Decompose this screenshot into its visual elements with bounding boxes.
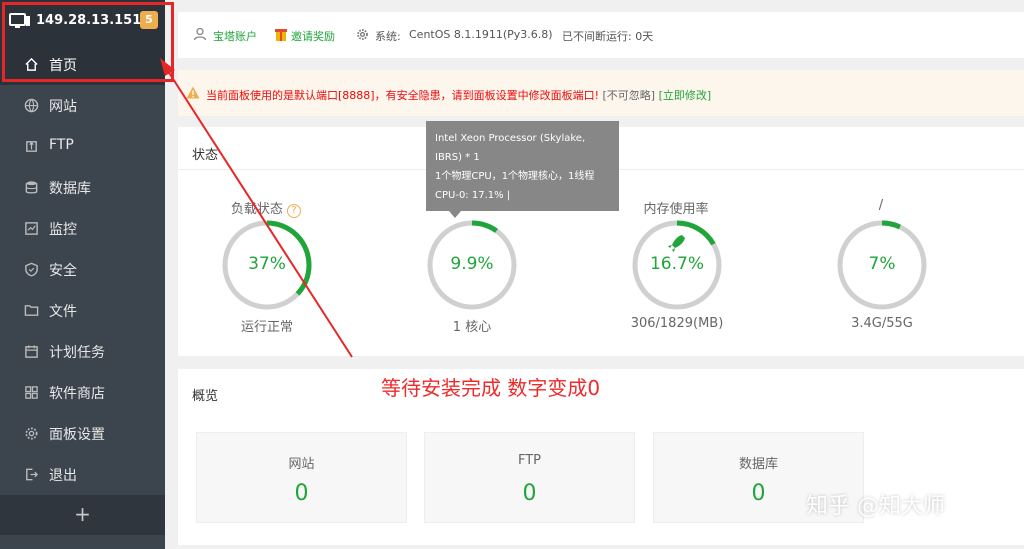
gauge-value-load: 37% <box>248 254 286 274</box>
folder-icon <box>24 305 39 316</box>
overview-title: 概览 <box>192 389 219 404</box>
account-link[interactable]: 宝塔账户 <box>213 28 257 44</box>
user-icon <box>193 27 207 41</box>
card-label: FTP <box>517 453 542 468</box>
globe-icon <box>24 98 39 113</box>
monitor-icon <box>25 222 38 235</box>
sidebar-item-label: FTP <box>49 137 74 153</box>
sidebar-item-website[interactable]: 网站 <box>0 85 165 126</box>
gauge-sub-load: 运行正常 <box>240 320 293 335</box>
card-value: 0 <box>294 481 309 506</box>
gauge-load[interactable]: 37% <box>221 219 313 311</box>
card-label: 数据库 <box>738 457 778 472</box>
status-title: 状态 <box>192 148 219 163</box>
top-bar: 宝塔账户 邀请奖励 系统: CentOS 8.1.1911(Py3.6.8) 已… <box>178 12 1024 58</box>
gauge-disk[interactable]: 7% <box>836 219 928 311</box>
gear-icon <box>25 427 38 440</box>
tooltip-line: IBRS) * 1 <box>435 152 480 163</box>
gauge-value-disk: 7% <box>868 254 896 274</box>
gauge-title-memory: 内存使用率 <box>643 202 709 217</box>
gauge-title-disk: / <box>878 198 884 213</box>
gauge-value-memory: 16.7% <box>649 254 704 274</box>
system-value: CentOS 8.1.1911(Py3.6.8) <box>409 28 553 41</box>
fix-now-link[interactable]: [立即修改] <box>659 89 712 102</box>
sidebar-item-label: 退出 <box>49 468 77 484</box>
system-label: 系统: <box>375 30 401 43</box>
sidebar-item-settings[interactable]: 面板设置 <box>0 413 165 454</box>
annotation-box <box>2 2 174 82</box>
sidebar: 149.28.13.151 5 首页 网站 FTP 数据库 监控 安全 文件 计… <box>0 0 165 549</box>
sidebar-item-label: 安全 <box>49 263 77 279</box>
calendar-icon <box>25 345 38 358</box>
sidebar-item-label: 面板设置 <box>49 427 105 443</box>
gauge-sub-disk: 3.4G/55G <box>851 316 913 331</box>
warning-icon <box>186 86 200 99</box>
logout-icon <box>26 468 39 481</box>
tooltip-line: CPU-0: 17.1% | <box>435 190 511 201</box>
card-value: 0 <box>522 481 537 506</box>
sidebar-item-database[interactable]: 数据库 <box>0 167 165 208</box>
help-icon[interactable]: ? <box>287 204 302 218</box>
overview-card-website[interactable]: 网站 0 <box>196 432 407 523</box>
sidebar-item-files[interactable]: 文件 <box>0 290 165 331</box>
overview-card-ftp[interactable]: FTP 0 <box>424 432 635 523</box>
tooltip-tail <box>449 211 461 218</box>
database-icon <box>25 181 38 194</box>
annotation-text: 等待安装完成 数字变成0 <box>381 376 601 400</box>
sidebar-item-label: 文件 <box>49 304 77 320</box>
sidebar-item-label: 计划任务 <box>49 345 105 361</box>
sidebar-item-label: 软件商店 <box>49 386 105 402</box>
tooltip-line: 1个物理CPU，1个物理核心，1线程 <box>435 171 595 182</box>
uptime-text: 已不间断运行: 0天 <box>562 30 654 43</box>
sidebar-item-label: 监控 <box>49 222 77 238</box>
ftp-icon <box>26 141 37 152</box>
add-button[interactable]: + <box>0 495 165 535</box>
card-label: 网站 <box>288 457 315 472</box>
sidebar-item-label: 数据库 <box>49 181 91 197</box>
warning-banner: 当前面板使用的是默认端口[8888]，有安全隐患，请到面板设置中修改面板端口! … <box>178 70 1024 116</box>
invite-link[interactable]: 邀请奖励 <box>291 28 335 44</box>
gauge-title-load: 负载状态 ? <box>186 198 346 218</box>
sidebar-item-label: 网站 <box>49 99 77 115</box>
sidebar-item-monitor[interactable]: 监控 <box>0 208 165 249</box>
sidebar-item-ftp[interactable]: FTP <box>0 126 165 167</box>
gauge-value-cpu: 9.9% <box>450 254 494 274</box>
gauge-memory[interactable]: 16.7% <box>631 219 723 311</box>
gauge-sub-cpu: 1 核心 <box>452 320 492 335</box>
sidebar-item-security[interactable]: 安全 <box>0 249 165 290</box>
rocket-icon[interactable] <box>668 235 685 252</box>
gauge-sub-memory: 306/1829(MB) <box>630 316 724 331</box>
gear-icon <box>357 29 368 40</box>
gift-icon <box>275 29 287 41</box>
sidebar-item-store[interactable]: 软件商店 <box>0 372 165 413</box>
tooltip-line: Intel Xeon Processor (Skylake, <box>435 133 586 144</box>
sidebar-item-cron[interactable]: 计划任务 <box>0 331 165 372</box>
sidebar-item-logout[interactable]: 退出 <box>0 454 165 495</box>
gauge-cpu[interactable]: 9.9% <box>426 219 518 311</box>
watermark: 知乎 @知大师 <box>806 494 945 519</box>
warning-ignore: [不可忽略] <box>602 89 656 102</box>
cpu-tooltip: Intel Xeon Processor (Skylake, IBRS) * 1… <box>426 121 619 211</box>
warning-message: 当前面板使用的是默认端口[8888]，有安全隐患，请到面板设置中修改面板端口! <box>206 89 599 102</box>
warning-text: 当前面板使用的是默认端口[8888]，有安全隐患，请到面板设置中修改面板端口! … <box>206 87 711 103</box>
grid-icon <box>25 386 38 399</box>
shield-icon <box>25 262 38 277</box>
